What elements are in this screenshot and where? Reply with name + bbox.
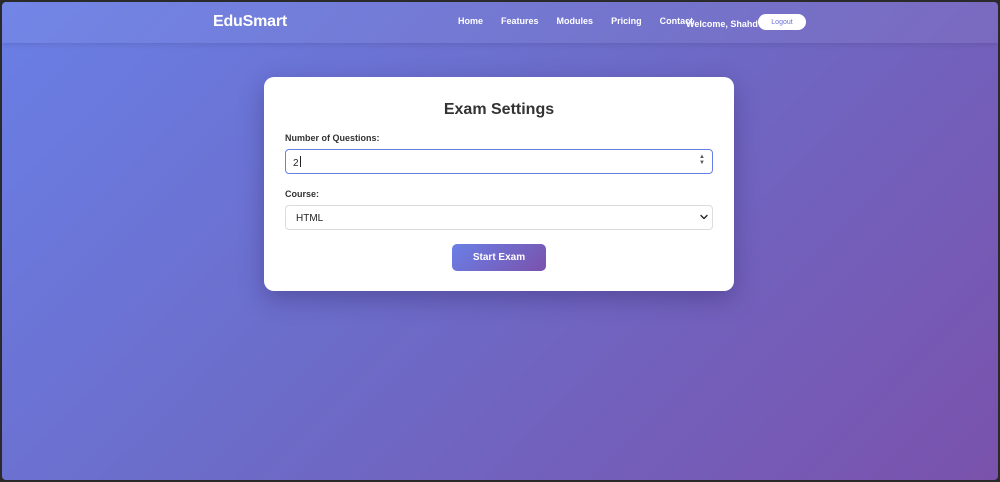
nav-links: Home Features Modules Pricing Contact [458, 16, 711, 26]
course-label: Course: [285, 189, 320, 199]
page-background: EduSmart Home Features Modules Pricing C… [2, 2, 998, 480]
card-title: Exam Settings [443, 101, 555, 118]
course-selected-value: HTML [296, 213, 324, 224]
spinner-arrows-icon[interactable]: ▲ ▼ [699, 154, 705, 166]
welcome-text: Welcome, Shahd [686, 19, 758, 29]
nav-link-modules[interactable]: Modules [557, 16, 594, 26]
nav-link-pricing[interactable]: Pricing [611, 16, 642, 26]
nav-link-home[interactable]: Home [458, 16, 483, 26]
logout-button[interactable]: Logout [758, 14, 806, 30]
start-exam-button[interactable]: Start Exam [452, 244, 546, 271]
questions-label: Number of Questions: [285, 133, 380, 143]
exam-settings-card: Exam Settings Number of Questions: 2 ▲ ▼… [264, 77, 734, 291]
chevron-down-icon [700, 214, 708, 220]
text-caret [299, 156, 301, 167]
spinner-down-icon[interactable]: ▼ [699, 160, 705, 166]
questions-value-wrap: 2 [293, 156, 301, 169]
top-navbar: EduSmart Home Features Modules Pricing C… [2, 2, 998, 43]
course-select[interactable]: HTML [285, 205, 713, 230]
questions-value: 2 [293, 158, 299, 169]
nav-link-features[interactable]: Features [501, 16, 539, 26]
brand-logo[interactable]: EduSmart [213, 13, 287, 31]
questions-number-input[interactable]: 2 ▲ ▼ [285, 149, 713, 174]
